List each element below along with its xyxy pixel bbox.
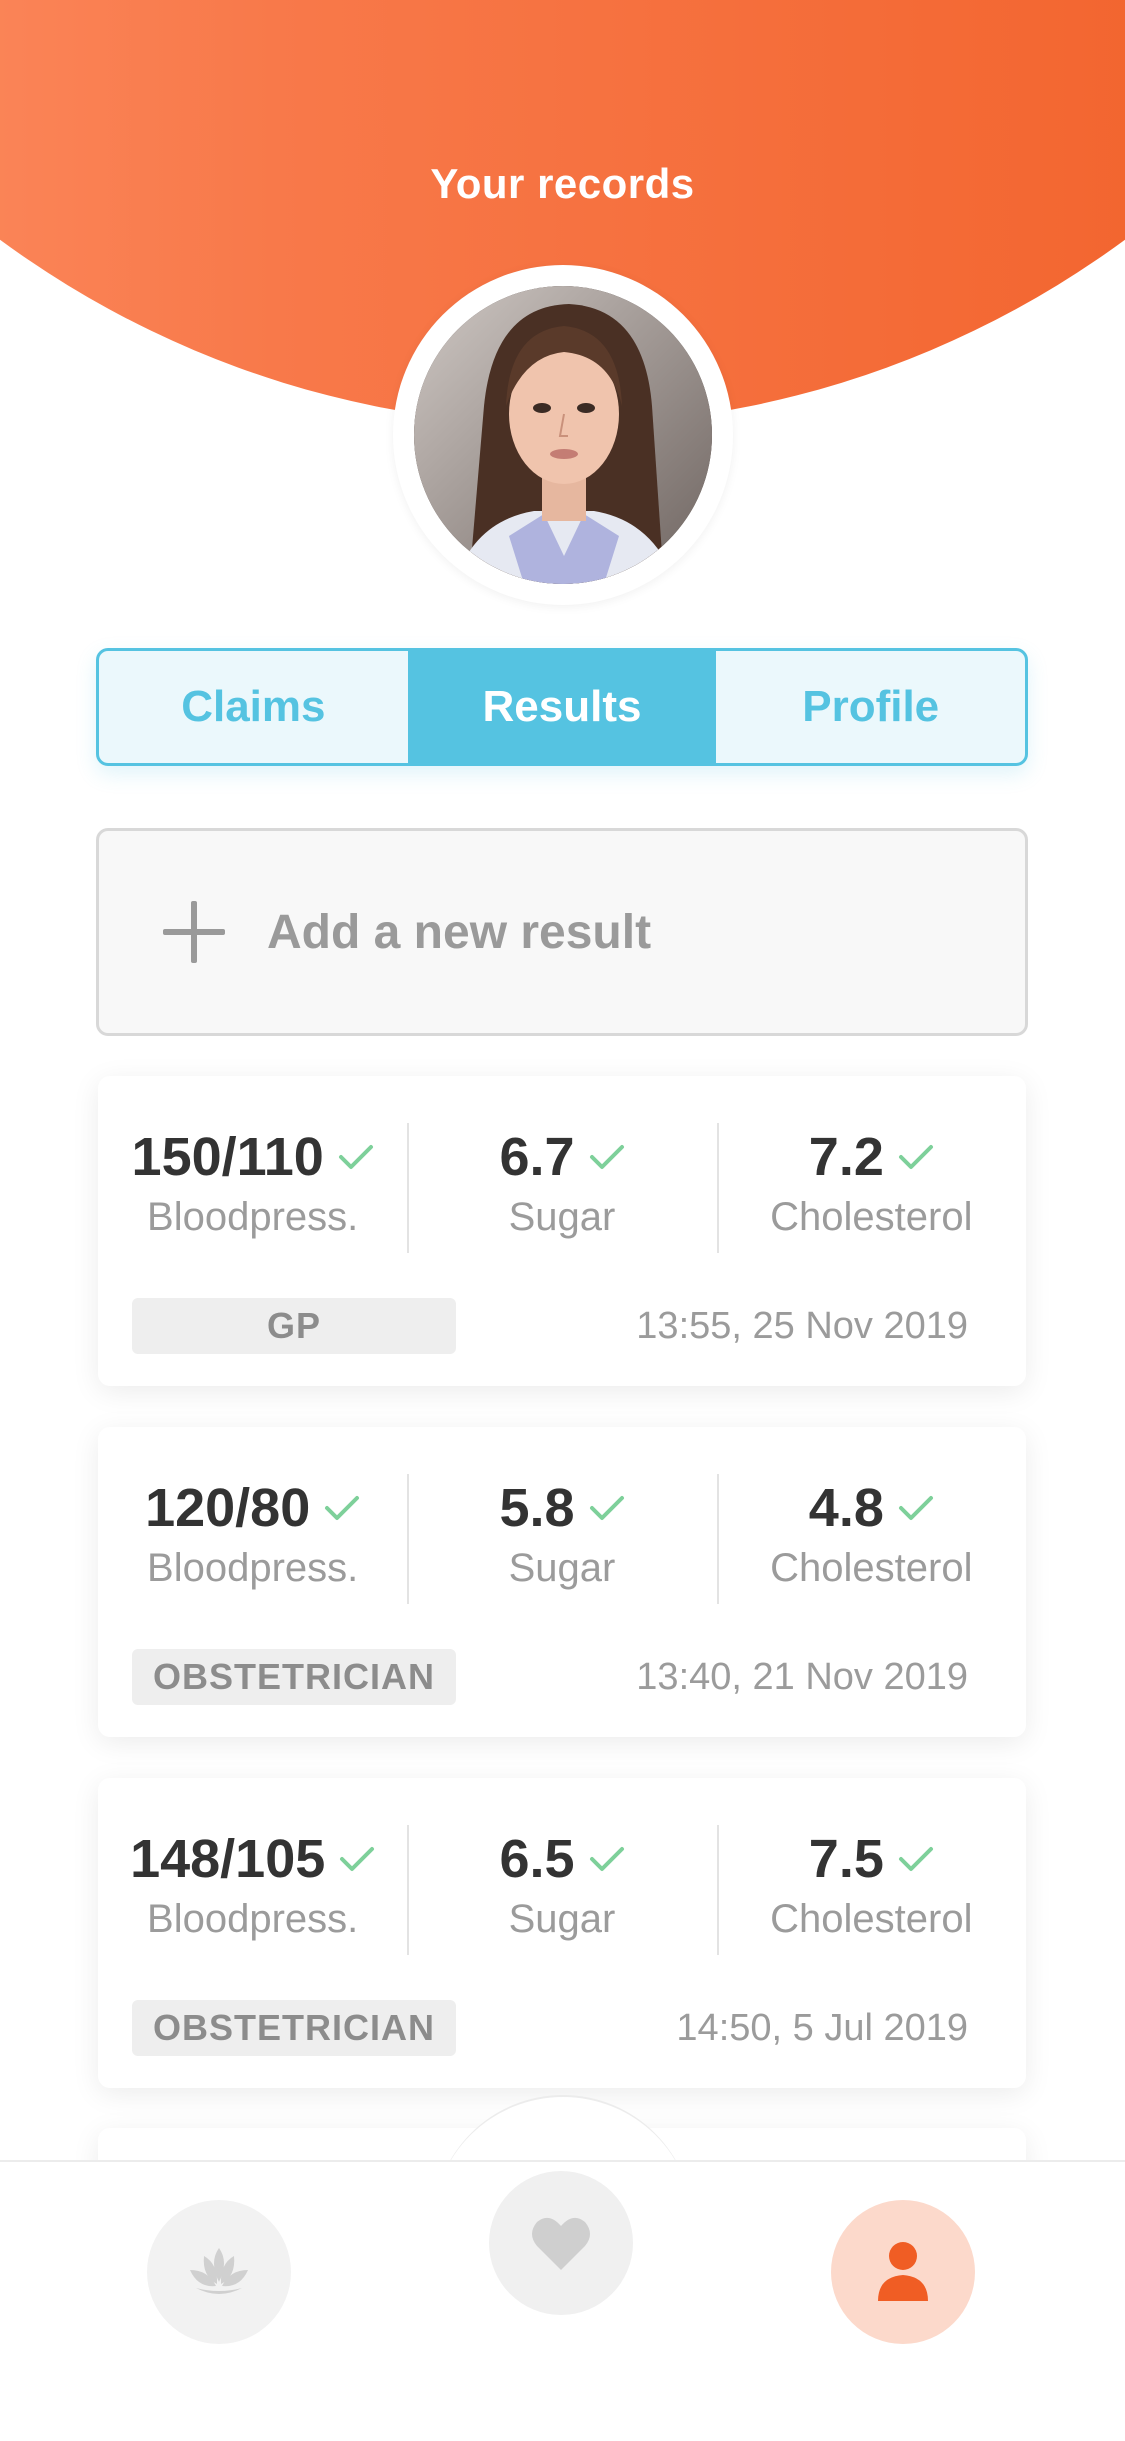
sugar-metric: 6.7 Sugar: [407, 1121, 716, 1253]
bloodpressure-label: Bloodpress.: [147, 1546, 359, 1590]
nav-wellness-button[interactable]: [147, 2200, 291, 2344]
add-result-label: Add a new result: [267, 905, 652, 959]
tab-results[interactable]: Results: [407, 651, 717, 763]
tab-profile[interactable]: Profile: [716, 651, 1025, 763]
sugar-value: 6.5: [499, 1829, 575, 1889]
user-icon: [878, 2242, 928, 2301]
add-result-button[interactable]: Add a new result: [96, 828, 1028, 1036]
timestamp: 14:50, 5 Jul 2019: [676, 2006, 968, 2049]
check-icon: [589, 1145, 624, 1169]
check-icon: [589, 1847, 624, 1871]
bloodpressure-label: Bloodpress.: [147, 1195, 359, 1239]
check-icon: [340, 1847, 375, 1871]
sugar-metric: 6.5 Sugar: [407, 1823, 716, 1955]
bloodpressure-metric: 120/80 Bloodpress.: [98, 1472, 407, 1604]
nav-health-button[interactable]: [489, 2171, 633, 2315]
doctor-tag: GP: [132, 1298, 456, 1354]
tab-claims[interactable]: Claims: [99, 651, 408, 763]
timestamp: 13:40, 21 Nov 2019: [636, 1655, 968, 1698]
bloodpressure-value: 150/110: [131, 1127, 324, 1187]
check-icon: [898, 1145, 933, 1169]
cholesterol-label: Cholesterol: [770, 1195, 973, 1239]
cholesterol-metric: 7.5 Cholesterol: [716, 1823, 1026, 1955]
sugar-label: Sugar: [508, 1195, 616, 1239]
cholesterol-value: 4.8: [808, 1478, 884, 1538]
avatar[interactable]: [414, 286, 712, 584]
bloodpressure-value: 148/105: [130, 1829, 326, 1889]
plus-icon: [163, 901, 225, 963]
sugar-label: Sugar: [508, 1546, 616, 1590]
check-icon: [338, 1145, 373, 1169]
check-icon: [898, 1496, 933, 1520]
lotus-icon: [190, 2248, 248, 2294]
cholesterol-metric: 4.8 Cholesterol: [716, 1472, 1026, 1604]
cholesterol-value: 7.5: [808, 1829, 884, 1889]
bloodpressure-metric: 148/105 Bloodpress.: [98, 1823, 407, 1955]
timestamp: 13:55, 25 Nov 2019: [636, 1304, 968, 1347]
doctor-tag: OBSTETRICIAN: [132, 1649, 456, 1705]
page-title: Your records: [430, 160, 695, 207]
check-icon: [898, 1847, 933, 1871]
nav-profile-button[interactable]: [831, 2200, 975, 2344]
check-icon: [325, 1496, 360, 1520]
check-icon: [589, 1496, 624, 1520]
avatar-image: [414, 286, 712, 584]
bloodpressure-metric: 150/110 Bloodpress.: [98, 1121, 407, 1253]
cholesterol-label: Cholesterol: [770, 1546, 973, 1590]
cholesterol-value: 7.2: [808, 1127, 884, 1187]
result-card[interactable]: 148/105 Bloodpress. 6.5 Sugar 7.5 Choles…: [98, 1778, 1026, 2088]
bloodpressure-value: 120/80: [145, 1478, 311, 1538]
cholesterol-label: Cholesterol: [770, 1897, 973, 1941]
result-card[interactable]: 150/110 Bloodpress. 6.7 Sugar 7.2 Choles…: [98, 1076, 1026, 1386]
sugar-value: 6.7: [499, 1127, 575, 1187]
sugar-value: 5.8: [499, 1478, 575, 1538]
doctor-tag: OBSTETRICIAN: [132, 2000, 456, 2056]
heart-icon: [532, 2217, 590, 2270]
result-card[interactable]: 120/80 Bloodpress. 5.8 Sugar 4.8 Cholest…: [98, 1427, 1026, 1737]
sugar-metric: 5.8 Sugar: [407, 1472, 716, 1604]
segmented-tabs: Claims Results Profile: [96, 648, 1028, 766]
cholesterol-metric: 7.2 Cholesterol: [716, 1121, 1026, 1253]
sugar-label: Sugar: [508, 1897, 616, 1941]
bloodpressure-label: Bloodpress.: [147, 1897, 359, 1941]
